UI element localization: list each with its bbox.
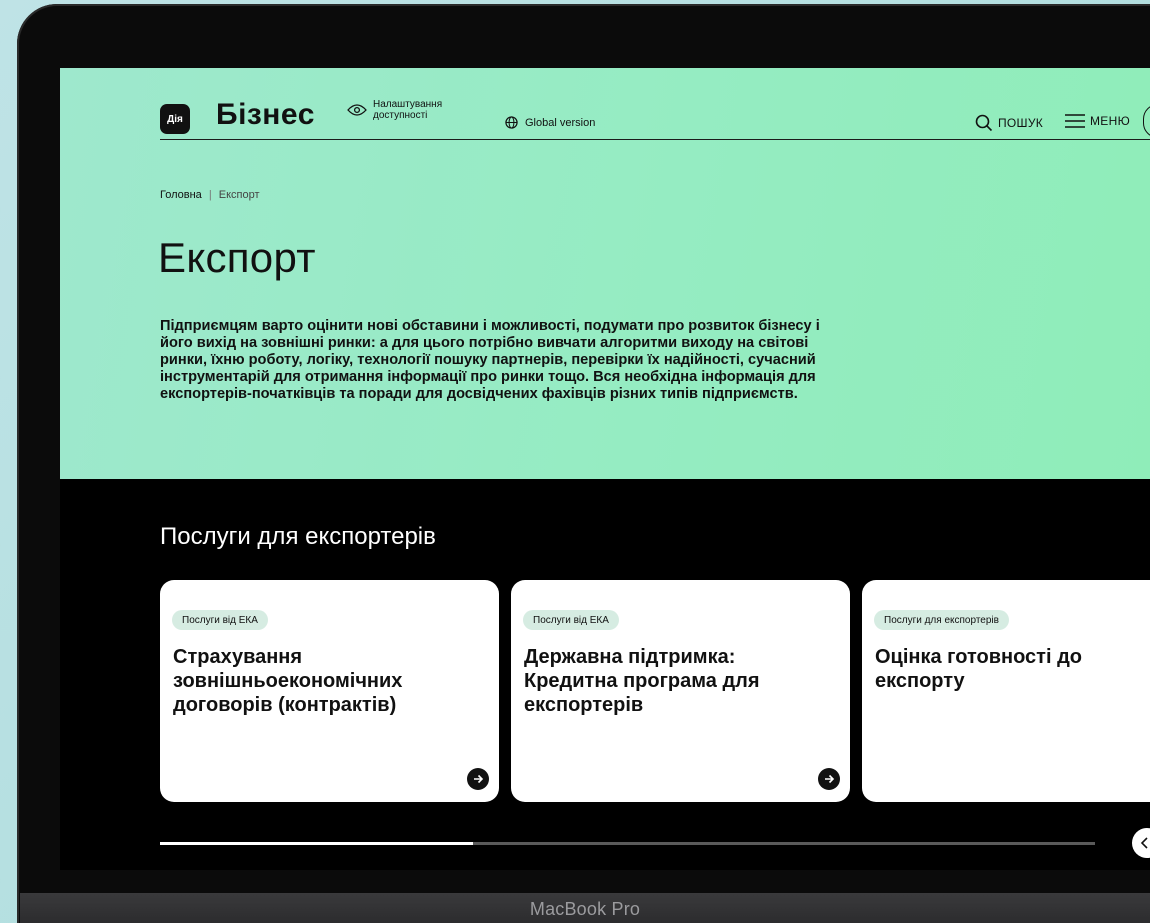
browser-screen: Дія Бізнес Налаштування доступності Glob… bbox=[60, 68, 1150, 870]
site-header: Дія Бізнес Налаштування доступності Glob… bbox=[160, 88, 1150, 140]
search-label: ПОШУК bbox=[998, 116, 1044, 130]
service-card-title: Державна підтримка: Кредитна програма дл… bbox=[524, 646, 760, 716]
menu-button[interactable]: МЕНЮ bbox=[1065, 114, 1130, 128]
service-tag: Послуги для експортерів bbox=[874, 610, 1009, 630]
arrow-right-icon[interactable] bbox=[818, 768, 840, 790]
accessibility-settings-button[interactable]: Налаштування доступності bbox=[347, 99, 463, 121]
service-card[interactable]: Послуги від ЕКА Страхування зовнішньоеко… bbox=[160, 580, 499, 802]
accessibility-label: Налаштування доступності bbox=[373, 99, 443, 121]
diia-logo[interactable]: Дія bbox=[160, 104, 190, 134]
device-label: MacBook Pro bbox=[529, 899, 641, 919]
intro-text: Підприємцям варто оцінити нові обставини… bbox=[160, 318, 820, 402]
search-icon bbox=[975, 114, 993, 132]
breadcrumb-home[interactable]: Головна bbox=[160, 189, 202, 201]
page-title: Експорт bbox=[158, 234, 316, 281]
globe-icon bbox=[505, 116, 518, 129]
search-button[interactable]: ПОШУК bbox=[975, 114, 1043, 132]
chevron-left-icon bbox=[1140, 837, 1148, 849]
global-version-label: Global version bbox=[525, 116, 596, 129]
services-section-title: Послуги для експортерів bbox=[160, 523, 436, 550]
service-tag: Послуги від ЕКА bbox=[172, 610, 268, 630]
service-card-title: Оцінка готовності до експорту bbox=[875, 646, 1082, 692]
global-version-link[interactable]: Global version bbox=[505, 116, 595, 129]
carousel-progress-track[interactable] bbox=[160, 842, 1095, 845]
arrow-right-icon[interactable] bbox=[467, 768, 489, 790]
menu-label: МЕНЮ bbox=[1090, 114, 1130, 128]
breadcrumb-current: Експорт bbox=[218, 189, 260, 201]
profile-button[interactable] bbox=[1143, 104, 1150, 138]
breadcrumb-separator: | bbox=[208, 189, 212, 201]
eye-icon bbox=[347, 104, 367, 116]
carousel-progress-fill bbox=[160, 842, 474, 845]
hamburger-icon bbox=[1065, 114, 1085, 128]
carousel-prev-button[interactable] bbox=[1132, 828, 1150, 858]
laptop-bezel-bottom: MacBook Pro bbox=[20, 893, 1150, 923]
service-card[interactable]: Послуги від ЕКА Державна підтримка: Кред… bbox=[511, 580, 850, 802]
brand-title[interactable]: Бізнес bbox=[216, 98, 315, 132]
hero-section: Дія Бізнес Налаштування доступності Glob… bbox=[60, 68, 1150, 479]
breadcrumb: Головна | Експорт bbox=[160, 189, 260, 201]
service-tag: Послуги від ЕКА bbox=[523, 610, 619, 630]
service-card[interactable]: Послуги для експортерів Оцінка готовност… bbox=[862, 580, 1150, 802]
service-card-title: Страхування зовнішньоекономічних договор… bbox=[173, 646, 403, 716]
